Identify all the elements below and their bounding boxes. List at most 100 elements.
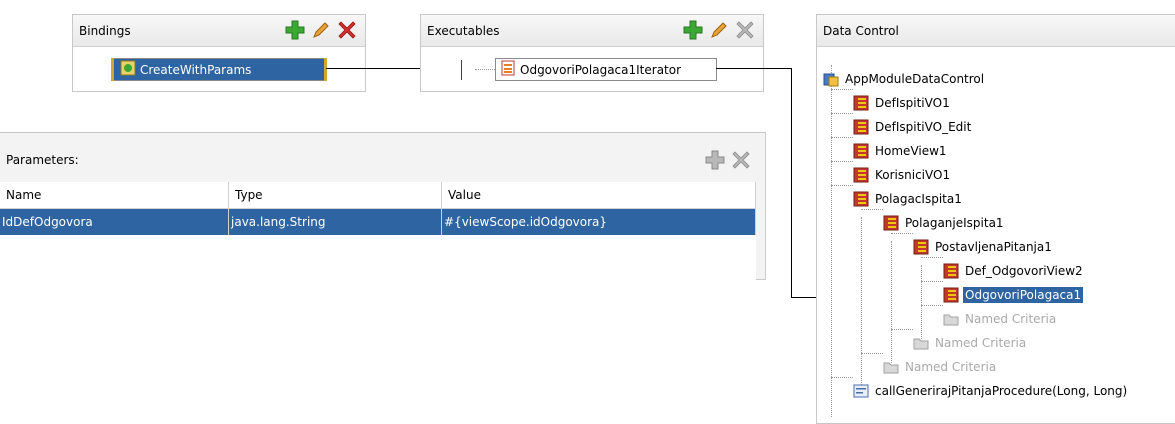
edit-icon[interactable] [709,20,729,40]
tree-node-label: PolaganjeIspita1 [905,216,1004,230]
executables-panel: Executables OdgovoriPolagaca1Iterator [420,14,764,92]
tree-line [921,281,943,282]
iterator-icon [500,60,516,79]
method-icon [853,384,869,398]
tree-line [861,353,883,354]
data-control-title: Data Control [823,23,899,38]
view-object-icon [853,119,869,135]
tree-node-postavljenapitanja1[interactable]: PostavljenaPitanja1 [913,237,1054,257]
delete-icon[interactable] [731,150,751,170]
tree-node-label: DefIspitiVO1 [875,96,950,110]
tree-line [921,305,943,306]
tree-node-app-module[interactable]: AppModuleDataControl [823,69,986,89]
tree-node-polagacispita1[interactable]: PolagacIspita1 [853,189,964,209]
data-control-header: Data Control [817,15,1175,47]
tree-node-odgovoripolagaca1[interactable]: OdgovoriPolagaca1 [943,285,1084,305]
binding-createwithparams[interactable]: CreateWithParams [111,58,327,81]
executables-header: Executables [421,15,763,47]
tree-line [831,89,853,90]
view-object-icon [883,215,899,231]
tree-node-label: Named Criteria [935,336,1027,350]
folder-icon [883,362,899,374]
table-header-row: Name Type Value [0,182,756,209]
tree-node-label: OdgovoriPolagaca1 [963,287,1084,303]
add-icon[interactable] [705,150,725,170]
edit-icon[interactable] [311,20,331,40]
tree-node-method[interactable]: callGenerirajPitanjaProcedure(Long, Long… [853,381,1129,401]
parameters-title: Parameters: [6,153,79,167]
folder-icon [913,338,929,350]
exec-tree-line [461,60,462,80]
iterator-link-vertical [791,68,792,298]
left-marker [111,58,114,81]
delete-icon[interactable] [735,20,755,40]
exec-tree-connector [475,69,495,70]
delete-icon[interactable] [337,20,357,40]
parameters-panel: Parameters: Name Type Value IdDefOdgovor… [0,132,766,280]
tree-node-polaganjeispita1[interactable]: PolaganjeIspita1 [883,213,1006,233]
tree-line [921,265,922,339]
iterator-link-top [716,68,792,69]
parameters-empty-area [0,235,756,280]
add-icon[interactable] [683,20,703,40]
executable-iterator[interactable]: OdgovoriPolagaca1Iterator [495,58,717,81]
executables-title: Executables [427,23,500,38]
column-header-name[interactable]: Name [0,182,229,209]
view-object-icon [853,95,869,111]
folder-icon [943,314,959,326]
view-object-icon [853,143,869,159]
tree-line [831,113,853,114]
tree-node-label: Named Criteria [905,360,997,374]
action-icon [120,60,136,79]
bindings-header: Bindings [73,15,365,47]
data-control-panel: Data Control AppModuleDataControl DefIsp… [816,14,1175,424]
tree-line [831,65,832,417]
tree-node-homeview1[interactable]: HomeView1 [853,141,949,161]
tree-node-defispitivo1[interactable]: DefIspitiVO1 [853,93,952,113]
add-icon[interactable] [285,20,305,40]
param-name-cell[interactable]: IdDefOdgovora [0,208,229,235]
tree-node-label: PostavljenaPitanja1 [935,240,1052,254]
view-object-icon [943,287,959,303]
view-object-icon [853,167,869,183]
tree-node-named-criteria[interactable]: Named Criteria [943,309,1058,329]
tree-node-def-odgovoriview2[interactable]: Def_OdgovoriView2 [943,261,1085,281]
tree-node-named-criteria[interactable]: Named Criteria [883,357,998,377]
tree-node-label: AppModuleDataControl [845,72,985,86]
tree-node-defispitivo-edit[interactable]: DefIspitiVO_Edit [853,117,973,137]
tree-line [861,217,862,387]
tree-node-label: Named Criteria [965,312,1057,326]
tree-line [921,257,943,258]
bindings-panel: Bindings CreateWithParams [72,14,366,92]
tree-node-label: DefIspitiVO_Edit [875,120,972,134]
tree-node-label: KorisniciVO1 [875,168,951,182]
data-control-icon [823,73,839,87]
parameters-table: Name Type Value IdDefOdgovora java.lang.… [0,182,756,235]
bindings-title: Bindings [79,23,131,38]
tree-node-label: HomeView1 [875,144,947,158]
column-header-type[interactable]: Type [228,182,442,209]
tree-node-label: callGenerirajPitanjaProcedure(Long, Long… [875,384,1128,398]
binding-label: CreateWithParams [140,62,252,77]
executable-label: OdgovoriPolagaca1Iterator [520,62,682,77]
tree-node-label: Def_OdgovoriView2 [965,264,1083,278]
param-type-cell[interactable]: java.lang.String [228,208,442,235]
tree-line [861,209,883,210]
tree-node-korisnicivo1[interactable]: KorisniciVO1 [853,165,952,185]
tree-line [831,161,853,162]
column-header-value[interactable]: Value [441,182,756,209]
view-object-icon [943,263,959,279]
tree-node-label: PolagacIspita1 [875,192,962,206]
tree-line [891,233,913,234]
tree-line [831,185,853,186]
tree-line [891,329,913,330]
tree-line [891,241,892,363]
view-object-icon [853,191,869,207]
param-value-cell[interactable]: #{viewScope.idOdgovora} [441,208,756,235]
view-object-icon [913,239,929,255]
right-marker [324,58,327,81]
table-row[interactable]: IdDefOdgovora java.lang.String #{viewSco… [0,208,756,235]
tree-node-named-criteria[interactable]: Named Criteria [913,333,1028,353]
tree-line [831,377,853,378]
tree-line [831,137,853,138]
